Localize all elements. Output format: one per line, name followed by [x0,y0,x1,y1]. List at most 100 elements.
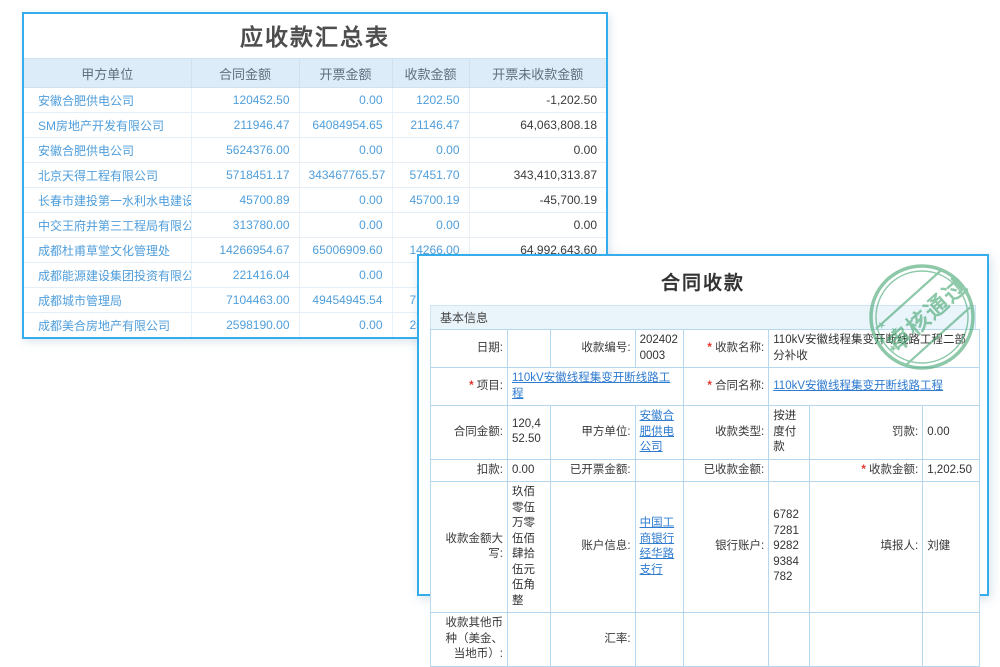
required-asterisk: * [707,380,715,392]
value-filled-by-cell: 刘健 [923,482,980,613]
label-bank-account-cell: 银行账户: [684,482,769,613]
value-receipt-name-cell: 110kV安徽线程集变开断线路工程二部分补收 [769,330,980,368]
amount-cell: 211946.47 [191,113,299,138]
amount-cell: -45,700.19 [469,188,606,213]
label-receipt-no-cell: 收款编号: [550,330,635,368]
amount-cell: 343,410,313.87 [469,163,606,188]
amount-cell: 57451.70 [392,163,469,188]
amount-cell: 5624376.00 [191,138,299,163]
link-contract-name[interactable]: 110kV安徽线程集变开断线路工程 [773,380,943,392]
company-cell: 北京天得工程有限公司 [24,163,191,188]
value-receipt-no-cell: 2024020003 [635,330,684,368]
link-party-a[interactable]: 安徽合肥供电公司 [640,410,675,453]
amount-cell: 0.00 [299,213,392,238]
form-row: 日期: 收款编号:2024020003* 收款名称:110kV安徽线程集变开断线路… [431,330,980,368]
value-received-amount-cell [769,459,810,482]
amount-cell: 0.00 [392,213,469,238]
label-receipt-type-cell: 收款类型: [684,406,769,460]
table-row: SM房地产开发有限公司211946.4764084954.6521146.476… [24,113,606,138]
summary-header-row: 甲方单位 合同金额 开票金额 收款金额 开票未收款金额 [24,59,606,88]
link-party-a-cell: 安徽合肥供电公司 [635,406,684,460]
amount-cell: 343467765.57 [299,163,392,188]
amount-cell: 1202.50 [392,88,469,113]
value-invoiced-amount-cell [635,459,684,482]
required-asterisk: * [707,342,715,354]
company-cell: 安徽合肥供电公司 [24,138,191,163]
form-row: 扣款:0.00已开票金额:已收款金额:* 收款金额:1,202.50 [431,459,980,482]
label-receipt-amount-cell: * 收款金额: [809,459,922,482]
value-bank-account-cell: 6782728192829384782 [769,482,810,613]
label-project-cell: * 项目: [431,368,508,406]
link-contract-name-cell: 110kV安徽线程集变开断线路工程 [769,368,980,406]
label-deduction-cell: 扣款: [431,459,508,482]
column-header-contract: 合同金额 [191,59,299,88]
company-cell: SM房地产开发有限公司 [24,113,191,138]
required-asterisk: * [861,464,869,476]
value-contract-amount-cell: 120,452.50 [507,406,550,460]
value-penalty-cell: 0.00 [923,406,980,460]
value-exchange-rate-cell [635,613,684,667]
amount-cell: 0.00 [392,138,469,163]
amount-cell: 221416.04 [191,263,299,288]
amount-cell: 0.00 [469,213,606,238]
form-row: * 项目:110kV安徽线程集变开断线路工程* 合同名称:110kV安徽线程集变… [431,368,980,406]
amount-cell: 64084954.65 [299,113,392,138]
form-row: 收款金额大写:玖佰零伍万零伍佰肆拾伍元伍角整账户信息:中国工商银行经华路支行银行… [431,482,980,613]
value-other-currency-cell [507,613,550,667]
label-receipt-name-cell: * 收款名称: [684,330,769,368]
amount-cell: 21146.47 [392,113,469,138]
label-contract-name-cell: * 合同名称: [684,368,769,406]
table-row: 长春市建投第一水利水电建设有限公司45700.890.0045700.19-45… [24,188,606,213]
company-cell: 安徽合肥供电公司 [24,88,191,113]
table-row: 中交王府井第三工程局有限公司313780.000.000.000.00 [24,213,606,238]
value-empty-3-cell [809,613,922,667]
company-cell: 成都能源建设集团投资有限公司 [24,263,191,288]
amount-cell: 7104463.00 [191,288,299,313]
amount-cell: 45700.89 [191,188,299,213]
contract-receipt-panel: 合同收款 基本信息 日期:收款编号:2024020003* 收款名称:110kV… [417,254,989,596]
receipt-form-body: 日期:收款编号:2024020003* 收款名称:110kV安徽线程集变开断线路… [431,330,980,667]
label-contract-amount-cell: 合同金额: [431,406,508,460]
amount-cell: 0.00 [299,138,392,163]
amount-cell: 0.00 [299,313,392,338]
label-received-amount-cell: 已收款金额: [684,459,769,482]
value-receipt-type-cell: 按进度付款 [769,406,810,460]
value-empty-1-cell [684,613,769,667]
label-party-a-cell: 甲方单位: [550,406,635,460]
table-row: 安徽合肥供电公司120452.500.001202.50-1,202.50 [24,88,606,113]
form-row: 收款其他币种（美金、当地币）: 汇率: [431,613,980,667]
company-cell: 中交王府井第三工程局有限公司 [24,213,191,238]
label-date-cell: 日期: [431,330,508,368]
label-filled-by-cell: 填报人: [809,482,922,613]
label-invoiced-amount-cell: 已开票金额: [550,459,635,482]
amount-cell: -1,202.50 [469,88,606,113]
label-penalty-cell: 罚款: [809,406,922,460]
company-cell: 成都美合房地产有限公司 [24,313,191,338]
value-empty-2-cell [769,613,810,667]
value-empty-4-cell [923,613,980,667]
amount-cell: 45700.19 [392,188,469,213]
amount-cell: 0.00 [469,138,606,163]
link-account-info-cell: 中国工商银行经华路支行 [635,482,684,613]
link-account-info[interactable]: 中国工商银行经华路支行 [640,517,675,576]
table-row: 安徽合肥供电公司5624376.000.000.000.00 [24,138,606,163]
label-amount-in-words-cell: 收款金额大写: [431,482,508,613]
value-amount-in-words-cell: 玖佰零伍万零伍佰肆拾伍元伍角整 [507,482,550,613]
required-asterisk: * [469,380,477,392]
link-project[interactable]: 110kV安徽线程集变开断线路工程 [512,372,670,400]
value-date-cell [507,330,550,368]
amount-cell: 64,063,808.18 [469,113,606,138]
label-exchange-rate-cell: 汇率: [550,613,635,667]
link-project-cell: 110kV安徽线程集变开断线路工程 [507,368,683,406]
amount-cell: 2598190.00 [191,313,299,338]
column-header-invoiced: 开票金额 [299,59,392,88]
label-other-currency-cell: 收款其他币种（美金、当地币）: [431,613,508,667]
company-cell: 长春市建投第一水利水电建设有限公司 [24,188,191,213]
value-receipt-amount-cell: 1,202.50 [923,459,980,482]
label-account-info-cell: 账户信息: [550,482,635,613]
company-cell: 成都杜甫草堂文化管理处 [24,238,191,263]
summary-panel-title: 应收款汇总表 [24,14,606,58]
table-row: 北京天得工程有限公司5718451.17343467765.5757451.70… [24,163,606,188]
amount-cell: 5718451.17 [191,163,299,188]
amount-cell: 0.00 [299,263,392,288]
